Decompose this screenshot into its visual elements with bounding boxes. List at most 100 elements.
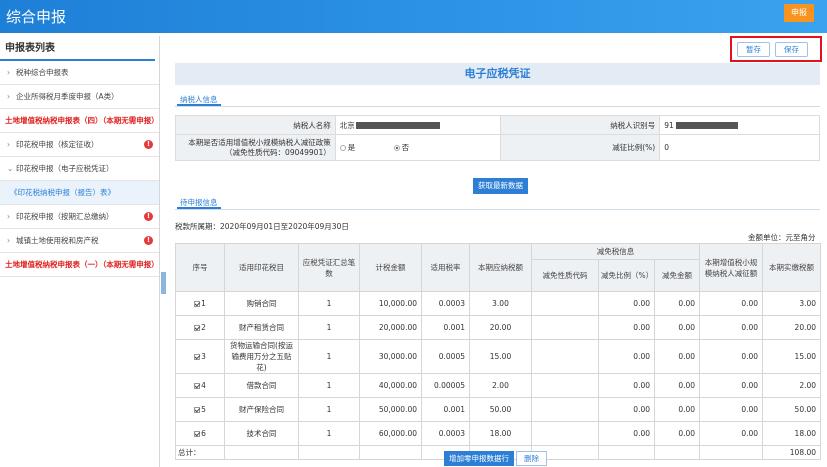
cell-count: 1 [298,373,360,398]
col-payable: 本期应纳税额 [469,243,532,292]
cell-rate: 0.001 [421,315,470,340]
cell-base: 60,000.00 [359,421,422,446]
row-seq: 2 [175,315,225,340]
cell-ratio: 0.00 [598,421,655,446]
row-checkbox[interactable] [194,301,201,307]
col-base: 计税金额 [359,243,422,292]
table-row: 2 财产租赁合同 1 20,000.00 0.001 20.00 0.00 0.00 0.00 2… [175,315,822,340]
declare-tab-bar [175,209,820,210]
sidebar-item[interactable]: ⌄ 印花税申报（电子应税凭证） [0,157,159,181]
sidebar-item[interactable]: › 印花税申报（核定征收）! [0,133,159,157]
sidebar-item[interactable]: › 印花税申报（按期汇总缴纳）! [0,205,159,229]
app-title: 综合申报 [6,8,67,26]
sidebar-item-label: 土地增值税纳税申报表（四）（本期无需申报） [5,116,159,125]
redaction-mask [355,122,440,129]
cell-code [531,291,599,316]
cell-payable: 15.00 [469,339,532,374]
sidebar-item[interactable]: › 城镇土地使用税和房产税! [0,229,159,253]
row-checkbox[interactable] [194,431,201,437]
sidebar-item-label: 税种综合申报表 [16,68,69,77]
cell-rate: 0.0003 [421,291,470,316]
sidebar-item[interactable]: › 税种综合申报表 [0,61,159,85]
radio-yes-circle[interactable] [339,145,346,151]
chevron-right-icon: › [7,68,10,77]
tab-pending-declaration[interactable]: 待申报信息 [177,197,221,209]
row-checkbox[interactable] [194,407,201,413]
row-checkbox[interactable] [194,354,201,360]
cell-count: 1 [298,315,360,340]
taxpayer-info-table: 纳税人名称 北京 纳税人识别号 91 本期是否适用增值税小规模纳税人减征政策（减… [175,115,820,161]
sidebar-item-label: 土地增值税纳税申报表（一）（本期无需申报） [5,260,159,269]
cell-small: 0.00 [699,291,764,316]
sidebar-item[interactable]: 《印花税纳税申报（报告）表》 [0,181,159,205]
cell-amount: 0.00 [653,421,701,446]
col-relief-group: 减免税信息 [530,243,701,260]
radio-no-circle[interactable] [393,145,400,151]
chevron-right-icon: › [7,140,10,149]
cell-rate: 0.00005 [421,373,470,398]
row-checkbox[interactable] [194,383,201,389]
cell-small: 0.00 [699,339,764,374]
sidebar: 申报表列表 › 税种综合申报表 › 企业所得税月季度申报（A类） 土地增值税纳税申报表（… [0,36,160,467]
taxpayer-id-label: 纳税人识别号 [499,115,661,135]
add-zero-row-button[interactable]: 增加零申报数据行 [444,451,514,466]
cell-code [531,421,599,446]
cell-amount: 0.00 [653,373,701,398]
taxpayer-id-value: 91 [659,115,820,135]
row-seq: 6 [175,421,225,446]
cell-code [531,397,599,422]
submit-button[interactable]: 申报 [784,4,814,22]
cell-base: 30,000.00 [359,339,422,374]
sidebar-title: 申报表列表 [0,36,155,61]
cell-small: 0.00 [699,421,764,446]
cell-ratio: 0.00 [598,315,655,340]
col-item: 适用印花税目 [224,243,299,292]
total-label: 总计： [175,445,225,460]
col-relief-code: 减免性质代码 [531,259,599,292]
warning-icon: ! [144,236,153,245]
table-row: 5 财产保险合同 1 50,000.00 0.001 50.00 0.00 0.00 0.00 5… [175,397,822,422]
cell-code [531,373,599,398]
cell-rate: 0.0005 [421,339,470,374]
sidebar-collapse-handle[interactable] [161,272,166,294]
cell-item: 货物运输合同(按运输费用万分之五贴花) [224,339,299,374]
cell-payable: 18.00 [469,421,532,446]
col-small-relief: 本期增值税小规模纳税人减征额 [699,243,764,292]
cell-base: 50,000.00 [359,397,422,422]
table-row: 3 货物运输合同(按运输费用万分之五贴花) 1 30,000.00 0.0005 15.0… [175,339,822,374]
fetch-latest-data-button[interactable]: 获取最新数据 [473,178,528,194]
sidebar-item-label: 《印花税纳税申报（报告）表》 [10,188,115,197]
cell-amount: 0.00 [653,339,701,374]
cell-payable: 20.00 [469,315,532,340]
sidebar-item[interactable]: 土地增值税纳税申报表（四）（本期无需申报） [0,109,159,133]
total-value: 108.00 [762,445,822,460]
sidebar-item-label: 企业所得税月季度申报（A类） [16,92,119,101]
col-rate: 适用税率 [421,243,470,292]
delete-button[interactable]: 删除 [516,451,547,466]
table-row: 4 借款合同 1 40,000.00 0.00005 2.00 0.00 0.00 0.00 2.… [175,373,822,398]
tax-period: 税款所属期：2020年09月01日至2020年09月30日 [175,222,349,231]
tab-taxpayer-info[interactable]: 纳税人信息 [177,94,221,106]
highlight-box [730,36,822,62]
row-seq: 5 [175,397,225,422]
cell-payable: 2.00 [469,373,532,398]
policy-label: 本期是否适用增值税小规模纳税人减征政策（减免性质代码：09049901） [175,134,336,161]
cell-count: 1 [298,291,360,316]
sidebar-item-label: 印花税申报（电子应税凭证） [16,164,114,173]
sidebar-item-label: 印花税申报（核定征收） [16,140,99,149]
cell-base: 20,000.00 [359,315,422,340]
cell-code [531,315,599,340]
table-row: 6 技术合同 1 60,000.00 0.0003 18.00 0.00 0.00 0.00 18… [175,421,822,446]
cell-actual: 18.00 [762,421,822,446]
page-title: 电子应税凭证 [175,63,820,85]
cell-small: 0.00 [699,373,764,398]
chevron-right-icon: › [7,212,10,221]
cell-rate: 0.001 [421,397,470,422]
row-checkbox[interactable] [194,325,201,331]
sidebar-item[interactable]: 土地增值税纳税申报表（一）（本期无需申报） [0,253,159,277]
cell-ratio: 0.00 [598,373,655,398]
amount-unit: 金额单位：元至角分 [748,233,816,242]
sidebar-item[interactable]: › 企业所得税月季度申报（A类） [0,85,159,109]
radio-no[interactable]: 否 [393,143,409,152]
radio-yes[interactable]: 是 [339,143,355,152]
